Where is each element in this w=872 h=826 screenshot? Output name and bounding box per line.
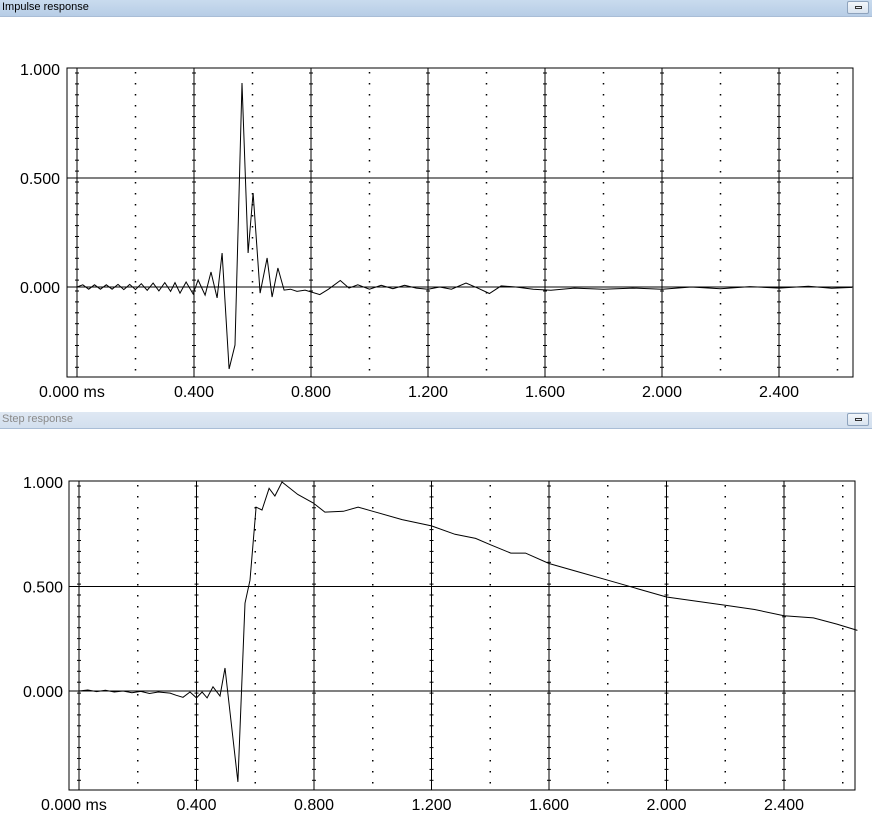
x-tick-label: 1.600: [529, 797, 569, 814]
x-tick-label: 0.800: [294, 797, 334, 814]
step-response-chart: 0.000 0.500 1.000 0.000 ms 0.400 0.800 1.200 1.…: [23, 475, 858, 814]
x-tick-label: 1.200: [411, 797, 451, 814]
plot-frame: [68, 480, 856, 791]
x-tick-label: 2.400: [764, 797, 804, 814]
y-tick-label: 1.000: [23, 475, 63, 492]
x-tick-label: 0.000 ms: [41, 797, 107, 814]
y-tick-label: 0.000: [23, 684, 63, 701]
x-tick-label: 2.000: [646, 797, 686, 814]
y-tick-label: 0.500: [23, 580, 63, 597]
x-tick-label: 0.400: [176, 797, 216, 814]
